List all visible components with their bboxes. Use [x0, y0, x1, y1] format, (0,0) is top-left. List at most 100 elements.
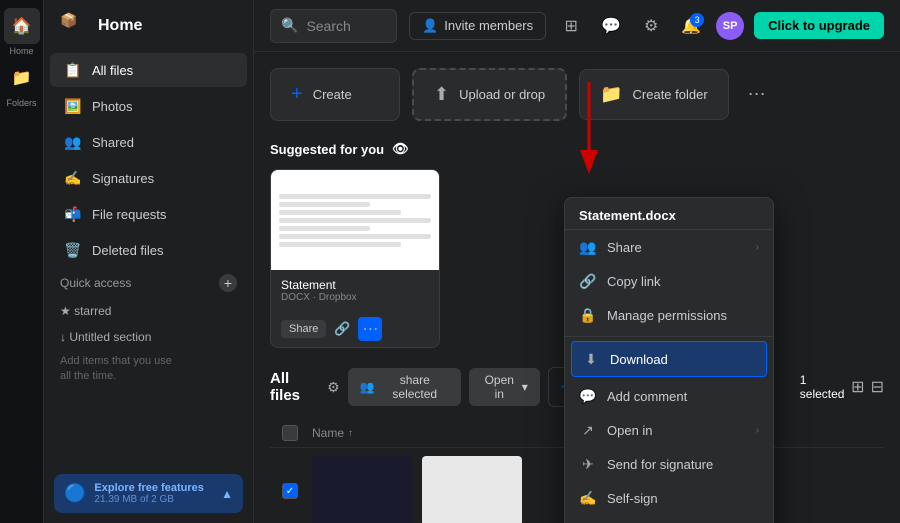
menu-item-open-in[interactable]: ↗ Open in › — [565, 413, 773, 447]
header-checkbox[interactable] — [282, 425, 312, 441]
all-files-title: All files — [270, 370, 319, 404]
preview-line — [279, 202, 370, 207]
create-label: Create — [313, 87, 352, 102]
sidebar-nav: 📋 All files 🖼️ Photos 👥 Shared ✍️ Signat… — [44, 52, 253, 268]
row-checkbox[interactable]: ✓ — [282, 483, 312, 499]
deleted-files-icon: 🗑️ — [64, 241, 82, 259]
upload-card[interactable]: ⬆ Upload or drop — [412, 68, 567, 121]
file-card[interactable]: Statement DOCX · Dropbox Share 🔗 ⋯ — [270, 169, 440, 348]
self-sign-label: Self-sign — [607, 491, 658, 506]
sidebar-item-shared[interactable]: 👥 Shared — [50, 125, 247, 159]
file-card-info: Statement DOCX · Dropbox — [271, 270, 439, 311]
sidebar-item-home[interactable]: 🏠 — [4, 8, 40, 44]
menu-item-share[interactable]: 👥 Share › — [565, 230, 773, 264]
file-card-wrap: Statement DOCX · Dropbox Share 🔗 ⋯ — [270, 169, 440, 348]
menu-item-copy-link[interactable]: 🔗 Copy link — [565, 264, 773, 298]
invite-label: Invite members — [444, 18, 533, 33]
search-box[interactable]: 🔍 — [270, 9, 397, 43]
apps-icon[interactable]: ⊞ — [556, 11, 586, 41]
dropbox-logo: 📦 — [60, 12, 88, 40]
preview-line — [279, 194, 431, 199]
chat-icon[interactable]: 💬 — [596, 11, 626, 41]
preview-line — [279, 226, 370, 231]
explore-features-box[interactable]: 🔵 Explore free features 21.39 MB of 2 GB… — [54, 474, 243, 513]
open-in-chevron: › — [756, 425, 759, 436]
send-signature-menu-label: Send for signature — [607, 457, 713, 472]
sidebar-item-file-requests[interactable]: 📬 File requests — [50, 197, 247, 231]
share-selected-icon: 👥 — [360, 380, 375, 394]
three-dots-button[interactable]: ⋯ — [358, 317, 382, 341]
photos-icon: 🖼️ — [64, 97, 82, 115]
settings-icon[interactable]: ⚙ — [636, 11, 666, 41]
open-in-button[interactable]: Open in ▾ — [469, 368, 540, 406]
list-view-icon[interactable]: ⊟ — [871, 377, 884, 397]
sidebar-item-folders[interactable]: 📁 — [4, 60, 40, 96]
starred-label: ★ starred — [60, 304, 111, 318]
add-comment-label: Add comment — [607, 389, 687, 404]
share-menu-label: Share — [607, 240, 642, 255]
explore-subtitle: 21.39 MB of 2 GB — [94, 494, 203, 505]
self-sign-icon: ✍ — [579, 489, 597, 507]
starred-section[interactable]: ★ starred — [44, 298, 253, 324]
menu-item-save-as[interactable]: 💾 Save as... › — [565, 515, 773, 523]
share-button-sm[interactable]: Share — [281, 320, 326, 338]
create-card[interactable]: + Create — [270, 68, 400, 121]
menu-item-manage-permissions[interactable]: 🔒 Manage permissions — [565, 298, 773, 332]
preview-line — [279, 210, 401, 215]
checkmark-icon: ✓ — [286, 486, 294, 497]
header-check — [282, 425, 298, 441]
file-preview — [271, 170, 439, 270]
shared-label: Shared — [92, 135, 134, 150]
copy-link-label: Copy link — [607, 274, 660, 289]
send-signature-icon: ✈ — [579, 455, 597, 473]
untitled-section-label: ↓ Untitled section — [60, 330, 151, 344]
gear-icon[interactable]: ⚙ — [327, 379, 340, 396]
shared-icon: 👥 — [64, 133, 82, 151]
menu-item-self-sign[interactable]: ✍ Self-sign — [565, 481, 773, 515]
menu-item-send-signature[interactable]: ✈ Send for signature — [565, 447, 773, 481]
more-actions-icon[interactable]: ⋯ — [741, 79, 773, 111]
manage-permissions-label: Manage permissions — [607, 308, 727, 323]
sidebar-item-signatures[interactable]: ✍️ Signatures — [50, 161, 247, 195]
invite-members-button[interactable]: 👤 Invite members — [409, 12, 546, 40]
sort-icon: ↑ — [348, 428, 353, 439]
open-in-label: Open in — [481, 373, 518, 401]
sidebar-item-photos[interactable]: 🖼️ Photos — [50, 89, 247, 123]
explore-icon: 🔵 — [64, 483, 86, 504]
sidebar-home-title: Home — [98, 17, 142, 35]
file-thumbnail-dark — [312, 456, 412, 523]
invite-icon: 👤 — [422, 18, 438, 34]
sidebar-item-deleted-files[interactable]: 🗑️ Deleted files — [50, 233, 247, 267]
link-icon-button[interactable]: 🔗 — [330, 317, 354, 341]
eye-icon[interactable]: 👁 — [392, 141, 409, 157]
grid-view-icon[interactable]: ⊞ — [851, 377, 864, 397]
notifications-icon[interactable]: 🔔 3 — [676, 11, 706, 41]
sidebar: 📦 Home 📋 All files 🖼️ Photos 👥 Shared ✍️… — [44, 0, 254, 523]
signatures-icon: ✍️ — [64, 169, 82, 187]
menu-item-add-comment[interactable]: 💬 Add comment — [565, 379, 773, 413]
create-folder-label: Create folder — [633, 87, 708, 102]
create-folder-card[interactable]: 📁 Create folder — [579, 69, 729, 120]
add-comment-icon: 💬 — [579, 387, 597, 405]
upgrade-label: Click to upgrade — [768, 18, 870, 33]
sidebar-item-all-files[interactable]: 📋 All files — [50, 53, 247, 87]
avatar[interactable]: SP — [716, 12, 744, 40]
all-files-icon: 📋 — [64, 61, 82, 79]
all-files-label: All files — [92, 63, 133, 78]
quick-access-header[interactable]: Quick access + — [44, 268, 253, 298]
menu-item-download[interactable]: ⬇ Download — [571, 341, 767, 377]
explore-title: Explore free features — [94, 482, 203, 494]
search-icon: 🔍 — [281, 17, 298, 34]
file-card-name: Statement — [281, 278, 429, 292]
copy-link-icon: 🔗 — [579, 272, 597, 290]
untitled-section[interactable]: ↓ Untitled section — [44, 324, 253, 350]
selected-count-badge: 1 selected ⊞ ⊟ — [800, 373, 884, 401]
share-menu-icon: 👥 — [579, 238, 597, 256]
main-content: 🔍 👤 Invite members ⊞ 💬 ⚙ 🔔 3 SP Click to… — [254, 0, 900, 523]
add-quick-access-button[interactable]: + — [219, 274, 237, 292]
share-selected-button[interactable]: 👥 share selected — [348, 368, 461, 406]
file-requests-label: File requests — [92, 207, 166, 222]
chevron-down-icon: ▾ — [522, 380, 528, 394]
search-input[interactable] — [306, 18, 386, 34]
upgrade-cta-button[interactable]: Click to upgrade — [754, 12, 884, 39]
